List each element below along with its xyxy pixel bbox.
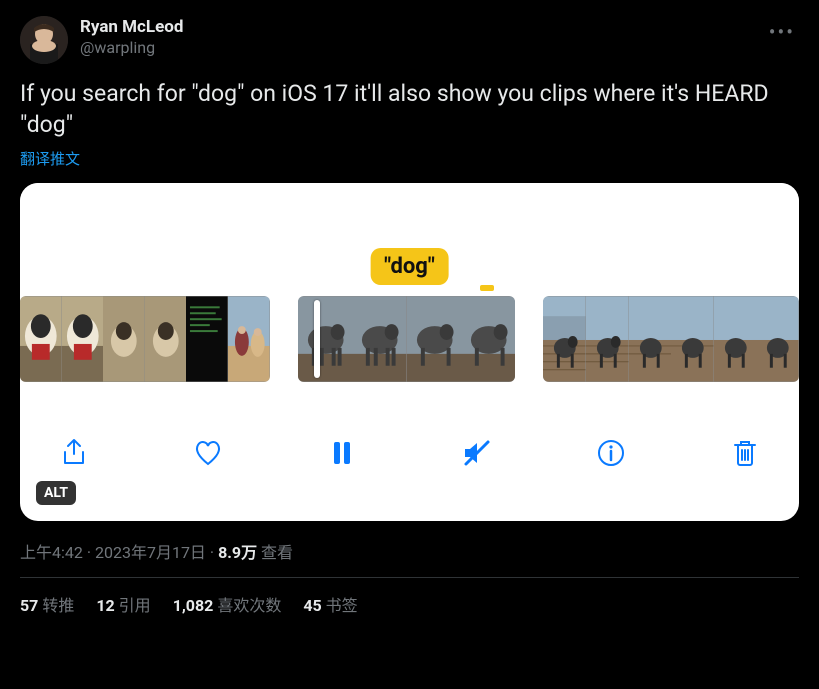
tweet-text: If you search for "dog" on iOS 17 it'll … — [20, 78, 799, 140]
media-card[interactable]: "dog" — [20, 183, 799, 521]
tweet-time: 上午4:42 — [20, 543, 83, 562]
trash-icon[interactable] — [725, 433, 765, 473]
video-frame — [186, 296, 228, 382]
mute-icon[interactable] — [457, 433, 497, 473]
user-handle: @warpling — [80, 38, 753, 59]
video-frame — [298, 296, 352, 382]
video-frame — [461, 296, 515, 382]
video-frame — [629, 296, 672, 382]
translate-link[interactable]: 翻译推文 — [20, 148, 80, 169]
quotes-stat[interactable]: 12 引用 — [96, 592, 150, 616]
caption-marker — [480, 285, 494, 291]
views-count: 8.9万 — [218, 543, 257, 562]
caption-bubble: "dog" — [370, 248, 449, 285]
video-frame — [671, 296, 714, 382]
info-icon[interactable] — [591, 433, 631, 473]
video-frame — [756, 296, 799, 382]
video-frame — [586, 296, 629, 382]
clip-group[interactable] — [543, 296, 799, 382]
video-frame — [352, 296, 406, 382]
pause-icon[interactable] — [322, 433, 362, 473]
video-frame — [543, 296, 586, 382]
avatar[interactable] — [20, 16, 68, 64]
video-frame — [228, 296, 270, 382]
tweet-stats: 57 转推 12 引用 1,082 喜欢次数 45 书签 — [20, 578, 799, 616]
video-frame — [714, 296, 757, 382]
media-top-area: "dog" — [20, 183, 799, 293]
video-frame — [103, 296, 145, 382]
likes-stat[interactable]: 1,082 喜欢次数 — [173, 592, 282, 616]
media-toolbar — [20, 385, 799, 521]
video-frame — [20, 296, 62, 382]
share-icon[interactable] — [54, 433, 94, 473]
retweets-stat[interactable]: 57 转推 — [20, 592, 74, 616]
display-name: Ryan McLeod — [80, 16, 753, 38]
filmstrip[interactable] — [20, 293, 799, 385]
heart-icon[interactable] — [188, 433, 228, 473]
video-frame — [62, 296, 104, 382]
clip-group[interactable] — [20, 296, 270, 382]
alt-badge[interactable]: ALT — [36, 481, 76, 505]
clip-group[interactable] — [298, 296, 516, 382]
views-label: 查看 — [257, 543, 293, 562]
tweet-header: Ryan McLeod @warpling ••• — [20, 16, 799, 64]
bookmarks-stat[interactable]: 45 书签 — [303, 592, 357, 616]
tweet-container: Ryan McLeod @warpling ••• If you search … — [0, 0, 819, 632]
more-icon[interactable]: ••• — [765, 16, 799, 48]
tweet-meta[interactable]: 上午4:42 · 2023年7月17日 · 8.9万 查看 — [20, 539, 799, 578]
video-frame — [407, 296, 461, 382]
tweet-date: 2023年7月17日 — [95, 543, 206, 562]
user-block[interactable]: Ryan McLeod @warpling — [80, 16, 753, 59]
video-frame — [145, 296, 187, 382]
playhead-icon[interactable] — [314, 300, 320, 378]
